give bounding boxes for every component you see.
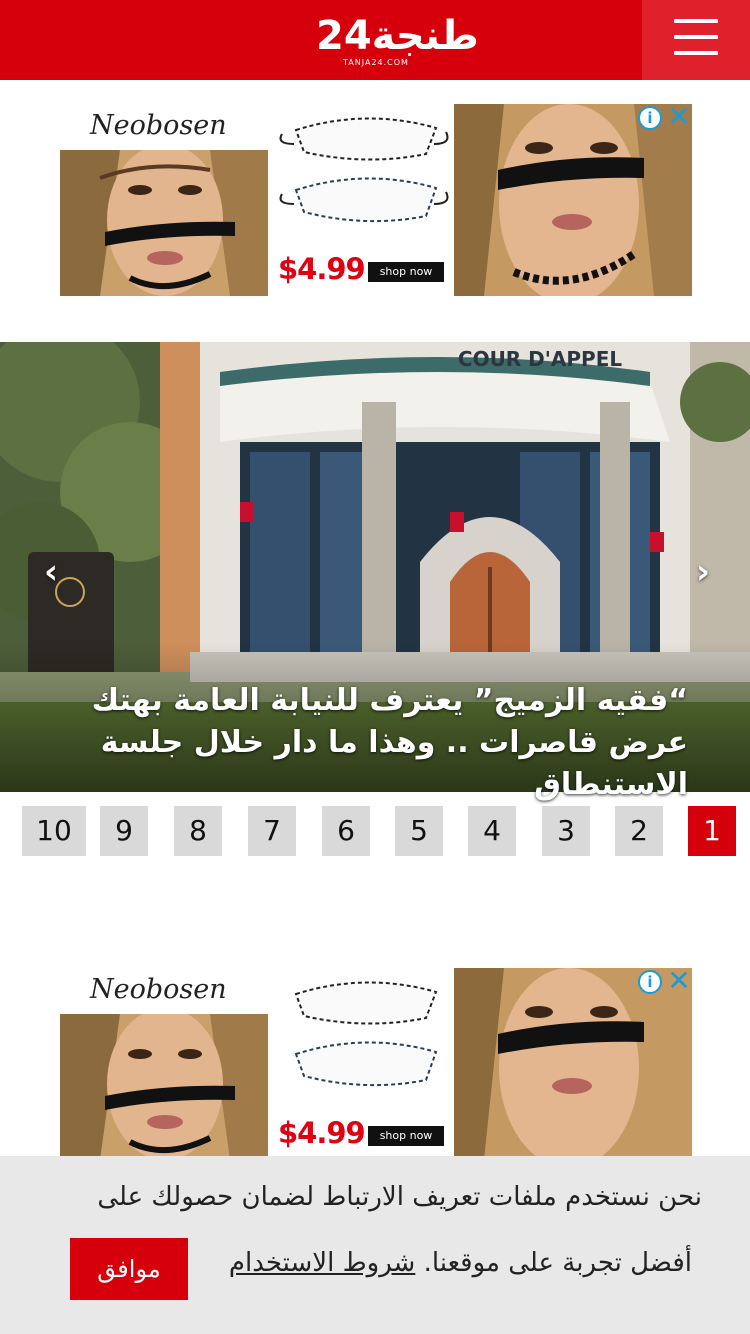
page-button-6[interactable]: 6 <box>322 806 370 856</box>
info-icon[interactable]: i <box>638 106 662 130</box>
page-button-5[interactable]: 5 <box>395 806 443 856</box>
cookie-message-line2: أفضل تجربة على موقعنا. شروط الاستخدام <box>229 1248 692 1278</box>
close-icon[interactable]: ✕ <box>666 968 692 996</box>
hamburger-menu-icon[interactable] <box>642 0 750 80</box>
ad-price: $4.99 <box>278 252 366 286</box>
cookie-consent-bar: نحن نستخدم ملفات تعريف الارتباط لضمان حص… <box>0 1156 750 1334</box>
ad-price: $4.99 <box>278 1116 366 1150</box>
page-button-3[interactable]: 3 <box>542 806 590 856</box>
close-icon[interactable]: ✕ <box>666 104 692 132</box>
advertisement-banner-2[interactable]: Neobosen $4.99 shop now i ✕ <box>60 968 692 1156</box>
ad-model-image-2 <box>454 968 692 1156</box>
building-sign-text: COUR D'APPEL <box>458 347 622 371</box>
site-header: طنجة24 TANJA24.COM <box>0 0 750 80</box>
page-button-9[interactable]: 9 <box>100 806 148 856</box>
page-button-4[interactable]: 4 <box>468 806 516 856</box>
site-logo[interactable]: طنجة24 TANJA24.COM <box>316 13 479 72</box>
logo-domain: TANJA24.COM <box>343 58 409 67</box>
page-button-2[interactable]: 2 <box>615 806 663 856</box>
logo-text: طنجة24 <box>316 13 479 59</box>
chevron-right-icon[interactable]: › <box>688 552 718 592</box>
page-button-7[interactable]: 7 <box>248 806 296 856</box>
page-button-10[interactable]: 10 <box>22 806 86 856</box>
ad-model-image-2 <box>454 104 692 296</box>
ad-model-image <box>60 1014 268 1156</box>
info-icon[interactable]: i <box>638 970 662 994</box>
terms-of-use-link[interactable]: شروط الاستخدام <box>229 1248 415 1278</box>
ad-model-image <box>60 150 268 296</box>
page-button-1[interactable]: 1 <box>688 806 736 856</box>
ad-brand: Neobosen <box>90 110 227 141</box>
cookie-message-line1: نحن نستخدم ملفات تعريف الارتباط لضمان حص… <box>97 1182 702 1212</box>
ad-brand: Neobosen <box>90 974 227 1005</box>
advertisement-banner[interactable]: Neobosen $4.99 shop now i ✕ <box>60 104 692 296</box>
cookie-message-text: أفضل تجربة على موقعنا. <box>423 1248 692 1278</box>
ad-shop-button[interactable]: shop now <box>368 1126 444 1146</box>
page-button-8[interactable]: 8 <box>174 806 222 856</box>
ad-shop-button[interactable]: shop now <box>368 262 444 282</box>
slide-caption[interactable]: “فقيه الزميج” يعترف للنيابة العامة بهتك … <box>28 680 688 806</box>
accept-cookies-button[interactable]: موافق <box>70 1238 188 1300</box>
chevron-left-icon[interactable]: ‹ <box>36 552 66 592</box>
